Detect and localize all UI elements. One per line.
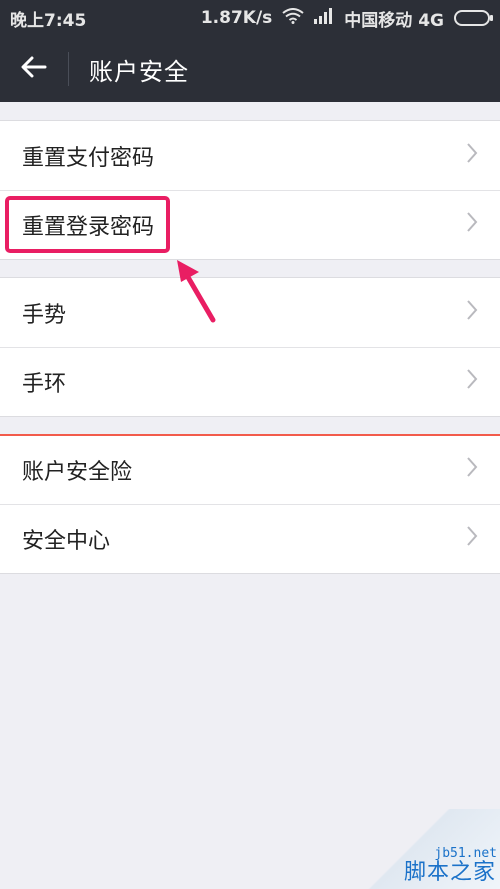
chevron-right-icon bbox=[466, 299, 478, 327]
carrier-label: 中国移动 4G bbox=[344, 10, 444, 31]
menu-item-label: 手势 bbox=[22, 302, 67, 328]
chevron-right-icon bbox=[466, 456, 478, 484]
settings-group-security: 账户安全险 安全中心 bbox=[0, 434, 500, 574]
chevron-right-icon bbox=[466, 368, 478, 396]
app-header: 账户安全 bbox=[0, 36, 500, 102]
wifi-icon bbox=[282, 7, 304, 29]
status-time: 晚上7:45 bbox=[10, 10, 87, 31]
settings-group-password: 重置支付密码 重置登录密码 bbox=[0, 120, 500, 260]
menu-item-label: 重置支付密码 bbox=[22, 145, 155, 171]
chevron-right-icon bbox=[466, 525, 478, 553]
signal-icon bbox=[314, 7, 334, 29]
menu-item-label: 账户安全险 bbox=[22, 459, 133, 485]
battery-icon bbox=[454, 10, 493, 26]
chevron-right-icon bbox=[466, 142, 478, 170]
network-speed: 1.87K/s bbox=[200, 8, 273, 28]
menu-item-security-center[interactable]: 安全中心 bbox=[0, 504, 500, 573]
watermark-name: 脚本之家 bbox=[403, 860, 496, 885]
status-right: 1.87K/s 中国移动 4G bbox=[200, 6, 493, 31]
back-arrow-icon bbox=[21, 56, 47, 82]
menu-item-gesture[interactable]: 手势 bbox=[0, 278, 500, 347]
chevron-right-icon bbox=[466, 211, 478, 239]
page-title: 账户安全 bbox=[89, 57, 189, 86]
status-bar: 晚上7:45 1.87K/s 中国移动 4G bbox=[0, 0, 500, 36]
menu-item-label: 安全中心 bbox=[22, 529, 111, 554]
menu-item-reset-pay-password[interactable]: 重置支付密码 bbox=[0, 121, 500, 190]
header-divider bbox=[68, 52, 69, 86]
back-button[interactable] bbox=[0, 36, 68, 102]
menu-item-label: 重置登录密码 bbox=[22, 215, 155, 240]
menu-item-account-insurance[interactable]: 账户安全险 bbox=[0, 435, 500, 504]
watermark: jb51.net 脚本之家 bbox=[360, 809, 500, 889]
settings-group-gesture: 手势 手环 bbox=[0, 277, 500, 417]
menu-item-wristband[interactable]: 手环 bbox=[0, 347, 500, 416]
menu-item-label: 手环 bbox=[22, 372, 67, 397]
menu-item-reset-login-password[interactable]: 重置登录密码 bbox=[0, 190, 500, 259]
